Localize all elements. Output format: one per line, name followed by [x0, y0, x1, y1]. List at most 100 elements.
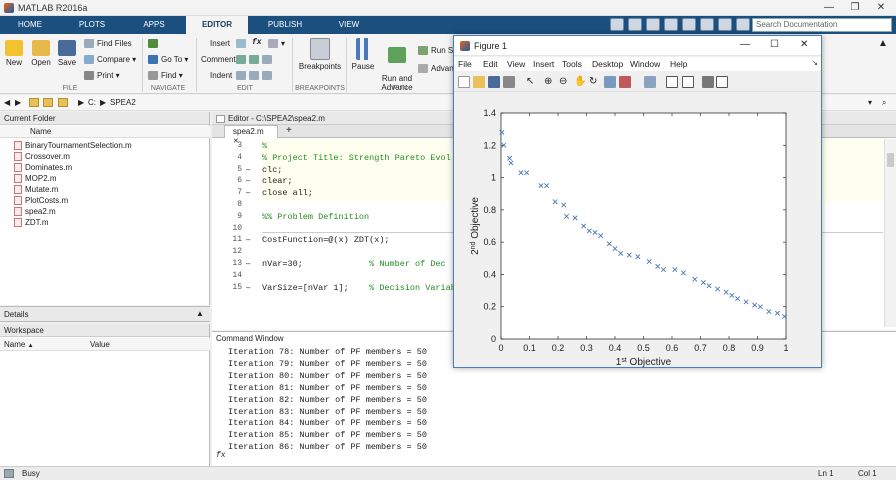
find-files-button[interactable]: Find Files [84, 39, 132, 49]
print-figure-icon[interactable] [503, 76, 515, 88]
path-folder[interactable]: SPEA2 [110, 98, 136, 107]
link-plot-icon[interactable] [644, 76, 656, 88]
file-item[interactable]: Dominates.m [14, 163, 72, 173]
code-line[interactable]: nVar=30; % Number of Dec [262, 259, 446, 269]
code-line[interactable]: clc; [262, 165, 282, 175]
editor-tab-spea2[interactable]: spea2.m ✕ [224, 125, 278, 145]
browse-folder-icon[interactable] [43, 98, 53, 107]
advance-button[interactable]: Advan [418, 64, 454, 74]
menu-window[interactable]: Window [630, 59, 660, 69]
tab-publish[interactable]: PUBLISH [256, 16, 314, 34]
command-prompt-fx[interactable]: fx [216, 451, 226, 460]
close-button[interactable]: ✕ [868, 1, 894, 15]
nav-back-icon[interactable]: ◀ [4, 98, 10, 107]
axes-box[interactable] [500, 112, 787, 340]
goto-button[interactable]: Go To ▾ [148, 55, 188, 65]
file-item[interactable]: Crossover.m [14, 152, 70, 162]
editor-scroll-thumb[interactable] [887, 153, 894, 167]
file-item[interactable]: Mutate.m [14, 185, 58, 195]
executable-line-marker[interactable]: – [246, 165, 250, 174]
figure-title-bar[interactable]: Figure 1 — ☐ ✕ [454, 36, 821, 56]
save-button[interactable]: Save [56, 40, 78, 67]
data-cursor-icon[interactable] [604, 76, 616, 88]
comment-percent-icon[interactable] [236, 55, 275, 65]
colorbar-icon[interactable] [666, 76, 678, 88]
file-item[interactable]: ZDT.m [14, 218, 49, 228]
comment-button[interactable]: Comment [201, 55, 236, 64]
menu-tools[interactable]: Tools [562, 59, 582, 69]
figure-maximize-button[interactable]: ☐ [770, 39, 779, 50]
hide-plot-tools-icon[interactable] [702, 76, 714, 88]
name-column-header[interactable]: Name [30, 127, 51, 136]
minimize-button[interactable]: — [816, 1, 842, 15]
path-search-icon[interactable]: ⌕ [882, 98, 886, 108]
nav-forward-icon[interactable]: ▶ [15, 98, 21, 107]
new-button[interactable]: New [3, 40, 25, 67]
indent-icons[interactable] [236, 71, 275, 81]
tab-apps[interactable]: APPS [128, 16, 180, 34]
fx-insert-button[interactable]: fx [252, 38, 262, 47]
tab-editor[interactable]: EDITOR [186, 16, 248, 34]
insert-section-icon[interactable] [236, 39, 249, 49]
executable-line-marker[interactable]: – [246, 188, 250, 197]
edit-plot-cursor-icon[interactable]: ↖ [526, 76, 538, 88]
figure-window[interactable]: Figure 1 — ☐ ✕ File Edit View Insert Too… [453, 35, 822, 368]
insert-button[interactable]: Insert [210, 39, 230, 48]
run-and-advance-button[interactable]: Run and Advance [380, 38, 414, 92]
tab-plots[interactable]: PLOTS [64, 16, 120, 34]
file-item[interactable]: PlotCosts.m [14, 196, 68, 206]
brush-icon[interactable] [619, 76, 631, 88]
find-button[interactable]: Find ▾ [148, 71, 183, 81]
current-folder-header[interactable]: Name [0, 126, 210, 138]
executable-line-marker[interactable]: – [246, 176, 250, 185]
quick-cut-icon[interactable] [628, 18, 642, 31]
open-button[interactable]: Open [29, 40, 53, 67]
menu-edit[interactable]: Edit [483, 59, 498, 69]
code-line[interactable]: VarSize=[nVar 1]; % Decision Variab [262, 283, 456, 293]
menu-help[interactable]: Help [670, 59, 687, 69]
back-button[interactable] [148, 39, 161, 49]
file-item[interactable]: spea2.m [14, 207, 56, 217]
show-plot-tools-icon[interactable] [716, 76, 728, 88]
redo-icon[interactable] [700, 18, 714, 31]
breakpoints-button[interactable]: Breakpoints [298, 38, 342, 71]
ribbon-collapse-icon[interactable]: ▲ [878, 38, 888, 49]
insert-options-icon[interactable]: ▾ [268, 39, 285, 49]
details-panel[interactable]: Details ▲ [0, 306, 210, 322]
print-button[interactable]: Print ▾ [84, 71, 120, 81]
search-documentation-input[interactable]: Search Documentation [752, 18, 892, 32]
executable-line-marker[interactable]: – [246, 235, 250, 244]
file-item[interactable]: BinaryTournamentSelection.m [14, 141, 132, 151]
zoom-out-icon[interactable]: ⊖ [559, 76, 571, 88]
pan-hand-icon[interactable]: ✋ [574, 76, 586, 88]
pause-button[interactable]: Pause [350, 38, 376, 71]
indent-button[interactable]: Indent [210, 71, 232, 80]
code-line[interactable]: %% Problem Definition [262, 212, 369, 222]
menu-dock-arrow-icon[interactable]: ↘ [812, 59, 818, 67]
compare-button[interactable]: Compare ▾ [84, 55, 136, 65]
path-dropdown-icon[interactable]: ▾ [868, 98, 872, 107]
workspace-value-header[interactable]: Value [90, 340, 110, 349]
code-line[interactable]: % Project Title: Strength Pareto Evol [262, 153, 451, 163]
quick-paste-icon[interactable] [664, 18, 678, 31]
rotate-3d-icon[interactable]: ↻ [589, 76, 601, 88]
menu-file[interactable]: File [458, 59, 472, 69]
editor-scrollbar[interactable] [884, 139, 896, 327]
code-line[interactable]: CostFunction=@(x) ZDT(x); [262, 235, 390, 245]
figure-minimize-button[interactable]: — [740, 39, 750, 50]
executable-line-marker[interactable]: – [246, 283, 250, 292]
zoom-in-icon[interactable]: ⊕ [544, 76, 556, 88]
open-file-icon[interactable] [473, 76, 485, 88]
new-figure-icon[interactable] [458, 76, 470, 88]
quick-copy-icon[interactable] [646, 18, 660, 31]
quick-save-icon[interactable] [610, 18, 624, 31]
details-expand-icon[interactable]: ▲ [196, 309, 204, 318]
pareto-scatter-chart[interactable]: 0 0.1 0.2 0.3 0.4 0.5 0.6 0.7 0.8 0.9 1 0 0.2 0.4 0.6 0… [454, 93, 821, 368]
undo-icon[interactable] [682, 18, 696, 31]
path-drive[interactable]: C: [88, 98, 96, 107]
code-line[interactable]: % [262, 141, 267, 151]
help-icon[interactable] [736, 18, 750, 31]
file-item[interactable]: MOP2.m [14, 174, 57, 184]
up-folder-icon[interactable] [29, 98, 39, 107]
tab-view[interactable]: VIEW [322, 16, 376, 34]
